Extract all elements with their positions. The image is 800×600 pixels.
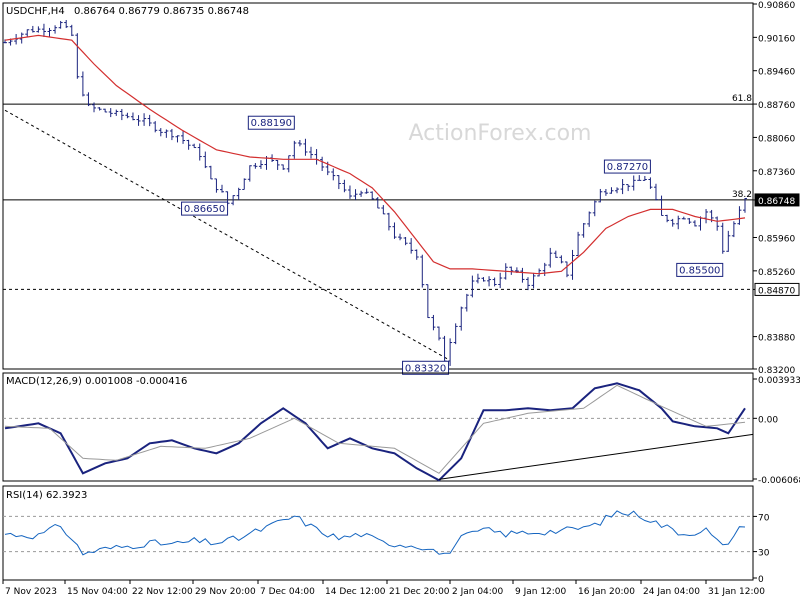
annotation-label: 0.87270 xyxy=(607,162,648,173)
price-tick-label: 0.89460 xyxy=(758,68,795,78)
level-label-fib-38.2: 38.2 xyxy=(732,190,752,200)
price-tick-label: 0.88760 xyxy=(758,101,795,111)
annotation-label: 0.86650 xyxy=(184,204,225,215)
chart-title: USDCHF,H4 xyxy=(6,6,65,17)
time-tick-label: 16 Jan 20:00 xyxy=(578,587,635,597)
rsi-tick-label: 30 xyxy=(758,549,770,559)
time-tick-label: 24 Jan 04:00 xyxy=(643,587,700,597)
macd-tick-label: 0.00 xyxy=(758,415,778,425)
rsi-tick-label: 0 xyxy=(758,575,764,585)
annotation-label: 0.88190 xyxy=(251,118,292,129)
price-tick-label: 0.86748 xyxy=(758,197,795,207)
ohlc-values: 0.86764 0.86779 0.86735 0.86748 xyxy=(74,6,249,17)
macd-tick-label: 0.003933 xyxy=(758,376,800,386)
price-tick-label: 0.90860 xyxy=(758,1,795,11)
level-label-fib-61.8: 61.8 xyxy=(732,94,752,104)
price-tick-label: 0.85260 xyxy=(758,268,795,278)
watermark: ActionForex.com xyxy=(409,121,592,146)
time-tick-label: 7 Nov 2023 xyxy=(5,587,57,597)
time-tick-label: 21 Dec 20:00 xyxy=(389,587,450,597)
time-tick-label: 14 Dec 12:00 xyxy=(325,587,386,597)
price-tick-label: 0.83880 xyxy=(758,334,795,344)
price-tick-label: 0.88060 xyxy=(758,134,795,144)
macd-tick-label: -0.006068 xyxy=(758,476,800,486)
price-tick-label: 0.85960 xyxy=(758,234,795,244)
time-tick-label: 15 Nov 04:00 xyxy=(67,587,128,597)
chart-root: ActionForex.com USDCHF,H4 0.86764 0.8677… xyxy=(0,0,800,600)
price-tick-label: 0.83200 xyxy=(758,366,795,376)
price-tick-label: 0.87360 xyxy=(758,168,795,178)
time-tick-label: 22 Nov 12:00 xyxy=(132,587,193,597)
time-tick-label: 31 Jan 12:00 xyxy=(708,587,765,597)
rsi-title: RSI(14) 62.3923 xyxy=(6,490,87,501)
annotation-label: 0.85500 xyxy=(679,265,720,276)
rsi-tick-label: 70 xyxy=(758,513,770,523)
time-tick-label: 29 Nov 20:00 xyxy=(195,587,256,597)
price-tick-label: 0.84870 xyxy=(758,286,795,296)
time-tick-label: 7 Dec 04:00 xyxy=(260,587,315,597)
macd-title: MACD(12,26,9) 0.001008 -0.000416 xyxy=(6,376,187,387)
time-tick-label: 2 Jan 04:00 xyxy=(452,587,504,597)
time-tick-label: 9 Jan 12:00 xyxy=(515,587,567,597)
price-tick-label: 0.90160 xyxy=(758,34,795,44)
